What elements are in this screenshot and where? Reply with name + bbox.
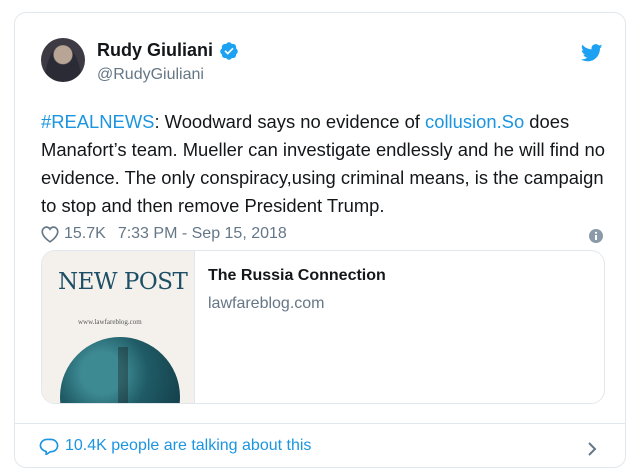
tweet-meta: 15.7K 7:33 PM - Sep 15, 2018: [40, 225, 287, 243]
card-title: The Russia Connection: [208, 267, 386, 284]
inline-link[interactable]: collusion.So: [425, 111, 524, 132]
card-thumbnail: NEW POST www.lawfareblog.com: [42, 251, 195, 403]
info-icon[interactable]: [589, 229, 603, 243]
chevron-right-icon[interactable]: [587, 441, 597, 457]
tweet-timestamp[interactable]: 7:33 PM - Sep 15, 2018: [118, 225, 287, 243]
author-name[interactable]: Rudy Giuliani: [97, 40, 213, 61]
speech-bubble-icon: [39, 438, 59, 455]
hashtag-link[interactable]: #REALNEWS: [41, 111, 154, 132]
avatar[interactable]: [41, 38, 85, 82]
footer-divider: [15, 423, 625, 424]
link-preview-card[interactable]: NEW POST www.lawfareblog.com The Russia …: [41, 250, 605, 404]
thumbnail-url: www.lawfareblog.com: [78, 318, 142, 326]
heart-icon[interactable]: [40, 225, 60, 243]
talking-about-text[interactable]: 10.4K people are talking about this: [65, 437, 311, 455]
tweet-text-part-1: : Woodward says no evidence of: [154, 111, 426, 132]
author-handle[interactable]: @RudyGiuliani: [97, 66, 204, 84]
card-domain: lawfareblog.com: [208, 295, 325, 312]
twitter-bird-icon[interactable]: [581, 44, 603, 62]
tweet-text: #REALNEWS: Woodward says no evidence of …: [41, 108, 621, 220]
thumbnail-title: NEW POST: [58, 269, 188, 295]
verified-badge-icon: [220, 41, 238, 60]
conversation-link[interactable]: 10.4K people are talking about this: [39, 437, 311, 455]
author-name-row[interactable]: Rudy Giuliani: [97, 40, 239, 61]
tweet-card: Rudy Giuliani @RudyGiuliani #REALNEWS: W…: [14, 12, 626, 468]
like-count[interactable]: 15.7K: [64, 225, 106, 243]
globe-image: [60, 337, 180, 403]
